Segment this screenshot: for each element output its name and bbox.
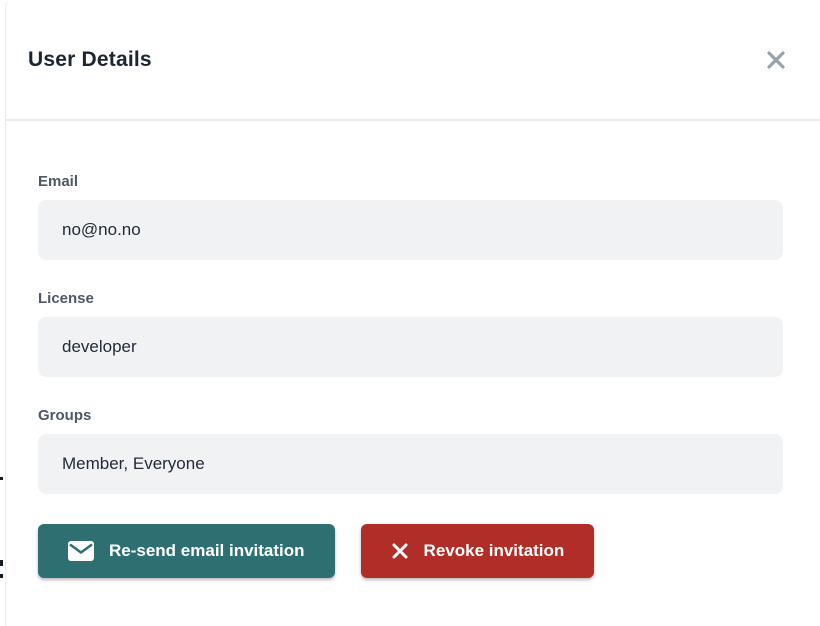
email-label: Email	[38, 173, 783, 190]
modal-header: User Details	[6, 0, 820, 121]
groups-label: Groups	[38, 407, 783, 424]
close-button[interactable]	[762, 46, 790, 74]
email-field[interactable]	[38, 200, 783, 260]
resend-invitation-button[interactable]: Re-send email invitation	[38, 524, 335, 578]
email-field-group: Email	[38, 173, 783, 260]
groups-field[interactable]	[38, 434, 783, 494]
background-page-fragment	[0, 574, 3, 578]
groups-field-group: Groups	[38, 407, 783, 494]
x-icon	[391, 542, 409, 560]
revoke-invitation-button[interactable]: Revoke invitation	[361, 524, 595, 578]
license-field-group: License	[38, 290, 783, 377]
license-label: License	[38, 290, 783, 307]
page-title: User Details	[28, 48, 152, 72]
resend-invitation-label: Re-send email invitation	[109, 541, 305, 561]
modal-body: Email License Groups Re-send email invit…	[6, 121, 820, 578]
user-details-modal: User Details Email License Groups	[5, 0, 820, 626]
background-page-fragment	[0, 560, 3, 566]
action-button-row: Re-send email invitation Revoke invitati…	[38, 524, 783, 578]
background-page-fragment	[0, 477, 3, 480]
revoke-invitation-label: Revoke invitation	[424, 541, 565, 561]
license-field[interactable]	[38, 317, 783, 377]
envelope-icon	[68, 541, 94, 561]
close-icon	[764, 60, 788, 75]
